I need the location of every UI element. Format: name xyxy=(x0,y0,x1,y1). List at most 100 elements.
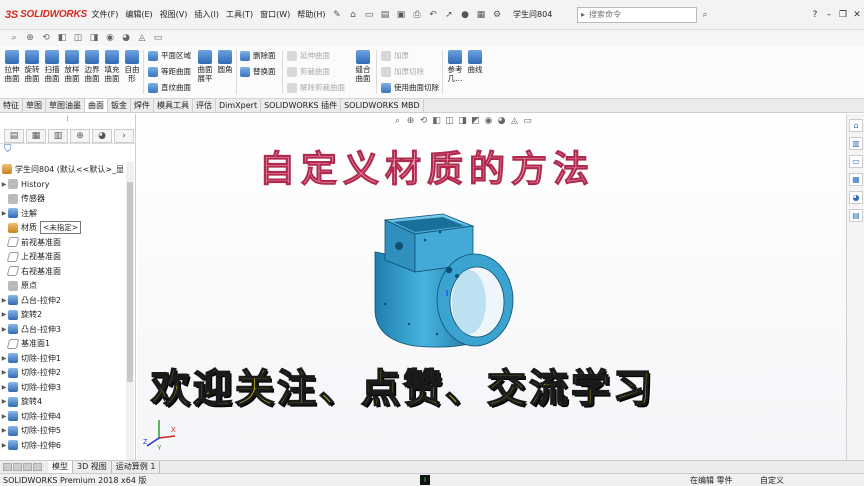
tree-item[interactable]: 右视基准面 xyxy=(0,264,124,279)
tab-weldments[interactable]: 焊件 xyxy=(131,99,154,112)
expand-arrow-icon[interactable]: ▶ xyxy=(0,311,8,318)
tree-item[interactable]: 传感器 xyxy=(0,192,124,207)
zoom-icon[interactable]: ⊕ xyxy=(22,33,38,43)
tree-item[interactable]: ▶ 切除-拉伸6 xyxy=(0,438,124,453)
solidworks-resources-icon[interactable]: ⌂ xyxy=(849,119,863,132)
custom-properties-icon[interactable]: ▤ xyxy=(849,209,863,222)
section-view-icon[interactable]: ◧ xyxy=(430,116,443,126)
tree-item[interactable]: ▶ 切除-拉伸2 xyxy=(0,366,124,381)
tab-solidworks-mbd[interactable]: SOLIDWORKS MBD xyxy=(341,99,424,112)
lofted-surface-button[interactable]: 放样 曲面 xyxy=(63,50,81,83)
menu-insert[interactable]: 插入(I) xyxy=(191,0,223,30)
boundary-surface-button[interactable]: 边界 曲面 xyxy=(83,50,101,83)
knit-surface-button[interactable]: 缝合 曲面 xyxy=(354,50,372,83)
graphics-viewport[interactable]: ⌕ ⊕ ⟲ ◧ ◫ ◨ ◩ ◉ ◕ ◬ ▭ 自定义材质的方法 欢迎关注、点赞、交… xyxy=(137,114,846,460)
panel-scrollbar[interactable] xyxy=(126,162,134,462)
tab-sketch-ink[interactable]: 草图油墨 xyxy=(46,99,85,112)
first-tab-icon[interactable] xyxy=(3,463,12,471)
tab-model[interactable]: 模型 xyxy=(48,461,73,473)
tree-item[interactable]: 上视基准面 xyxy=(0,250,124,265)
tab-solidworks-addins[interactable]: SOLIDWORKS 插件 xyxy=(261,99,342,112)
tree-item[interactable]: ▶ 切除-拉伸1 xyxy=(0,351,124,366)
extruded-surface-button[interactable]: 拉伸 曲面 xyxy=(3,50,21,83)
monitor-icon[interactable]: ▭ xyxy=(150,33,166,43)
solidworks-logo[interactable]: 3S SOLIDWORKS xyxy=(0,9,88,21)
pin-icon[interactable]: ✎ xyxy=(330,8,344,22)
tab-evaluate[interactable]: 评估 xyxy=(193,99,216,112)
extend-surface-button[interactable]: 延伸曲面 xyxy=(287,50,330,61)
part-model-3d[interactable] xyxy=(365,212,515,354)
expand-arrow-icon[interactable]: ▶ xyxy=(0,384,8,391)
tree-item[interactable]: ▶ 注解 xyxy=(0,206,124,221)
open-icon[interactable]: ▤ xyxy=(378,8,392,22)
tab-sketch[interactable]: 草图 xyxy=(23,99,46,112)
last-tab-icon[interactable] xyxy=(33,463,42,471)
view-settings-icon[interactable]: ▭ xyxy=(521,116,534,126)
file-properties-icon[interactable]: ▦ xyxy=(474,8,488,22)
filled-surface-button[interactable]: 填充 曲面 xyxy=(103,50,121,83)
display-style-icon[interactable]: ◨ xyxy=(86,33,102,43)
design-library-icon[interactable]: ▥ xyxy=(849,137,863,150)
scene-icon[interactable]: ◬ xyxy=(134,33,150,43)
expand-arrow-icon[interactable]: ▶ xyxy=(0,210,8,217)
panel-more-icon[interactable]: › xyxy=(114,128,134,143)
tree-item[interactable]: ▶ 切除-拉伸3 xyxy=(0,380,124,395)
restore-icon[interactable]: ❐ xyxy=(836,10,850,20)
expand-arrow-icon[interactable]: ▶ xyxy=(0,181,8,188)
tree-item[interactable]: ▶ 旋转2 xyxy=(0,308,124,323)
unit-system-button[interactable]: 自定义 xyxy=(760,475,800,486)
curves-button[interactable]: 曲线 xyxy=(466,50,484,74)
reference-geometry-button[interactable]: 参考 几... xyxy=(446,50,464,83)
display-manager-tab-icon[interactable]: ◕ xyxy=(92,128,112,143)
help-icon[interactable]: ? xyxy=(808,10,822,20)
freeform-button[interactable]: 自由形 xyxy=(123,50,141,83)
view-orientation-icon[interactable]: ◨ xyxy=(456,116,469,126)
tree-item[interactable]: ▶ 旋转4 xyxy=(0,395,124,410)
expand-arrow-icon[interactable]: ▶ xyxy=(0,326,8,333)
tab-dimxpert[interactable]: DimXpert xyxy=(216,99,262,112)
menu-edit[interactable]: 编辑(E) xyxy=(122,0,156,30)
dimxpert-tab-icon[interactable]: ⊕ xyxy=(70,128,90,143)
search-icon[interactable]: ⌕ xyxy=(6,33,22,43)
expand-arrow-icon[interactable]: ▶ xyxy=(0,297,8,304)
cut-with-surface-button[interactable]: 使用曲面切除 xyxy=(381,82,439,93)
options-gear-icon[interactable]: ⚙ xyxy=(490,8,504,22)
close-icon[interactable]: ✕ xyxy=(850,10,864,20)
menu-file[interactable]: 文件(F) xyxy=(88,0,122,30)
next-tab-icon[interactable] xyxy=(23,463,32,471)
dynamic-annotation-icon[interactable]: ◫ xyxy=(443,116,456,126)
scrollbar-thumb[interactable] xyxy=(127,182,133,382)
tree-item[interactable]: ▶ 切除-拉伸4 xyxy=(0,409,124,424)
view-orientation-icon[interactable]: ◫ xyxy=(70,33,86,43)
zoom-to-fit-icon[interactable]: ⌕ xyxy=(391,116,404,126)
tree-item[interactable]: ▶ 切除-拉伸5 xyxy=(0,424,124,439)
tree-item[interactable]: 基准面1 xyxy=(0,337,124,352)
fillet-button[interactable]: 圆角 xyxy=(216,50,234,74)
planar-surface-button[interactable]: 平面区域 xyxy=(148,50,191,61)
expand-arrow-icon[interactable]: ▶ xyxy=(0,355,8,362)
command-prompt-indicator[interactable]: I xyxy=(420,475,430,485)
tree-item[interactable]: ▶ 凸台-拉伸2 xyxy=(0,293,124,308)
ruled-surface-button[interactable]: 直纹曲面 xyxy=(148,82,191,93)
new-document-icon[interactable]: ▭ xyxy=(362,8,376,22)
select-arrow-icon[interactable]: ➚ xyxy=(442,8,456,22)
swept-surface-button[interactable]: 扫描 曲面 xyxy=(43,50,61,83)
surface-flatten-button[interactable]: 曲面 展平 xyxy=(196,50,214,83)
file-explorer-icon[interactable]: ▭ xyxy=(849,155,863,168)
tab-features[interactable]: 特征 xyxy=(0,99,23,112)
delete-face-button[interactable]: 删除面 xyxy=(240,50,276,61)
undo-icon[interactable]: ↶ xyxy=(426,8,440,22)
expand-arrow-icon[interactable]: ▶ xyxy=(0,442,8,449)
section-view-icon[interactable]: ◧ xyxy=(54,33,70,43)
hide-show-items-icon[interactable]: ◉ xyxy=(482,116,495,126)
expand-arrow-icon[interactable]: ▶ xyxy=(0,369,8,376)
offset-surface-button[interactable]: 等距曲面 xyxy=(148,66,191,77)
tree-item[interactable]: ▶ 凸台-拉伸3 xyxy=(0,322,124,337)
search-icon[interactable]: ⌕ xyxy=(698,8,712,22)
tree-item[interactable]: 前视基准面 xyxy=(0,235,124,250)
trim-surface-button[interactable]: 剪裁曲面 xyxy=(287,66,330,77)
minimize-icon[interactable]: – xyxy=(822,10,836,20)
thickened-cut-button[interactable]: 加厚切除 xyxy=(381,66,424,77)
menu-tools[interactable]: 工具(T) xyxy=(222,0,256,30)
untrim-surface-button[interactable]: 解除剪裁曲面 xyxy=(287,82,345,93)
